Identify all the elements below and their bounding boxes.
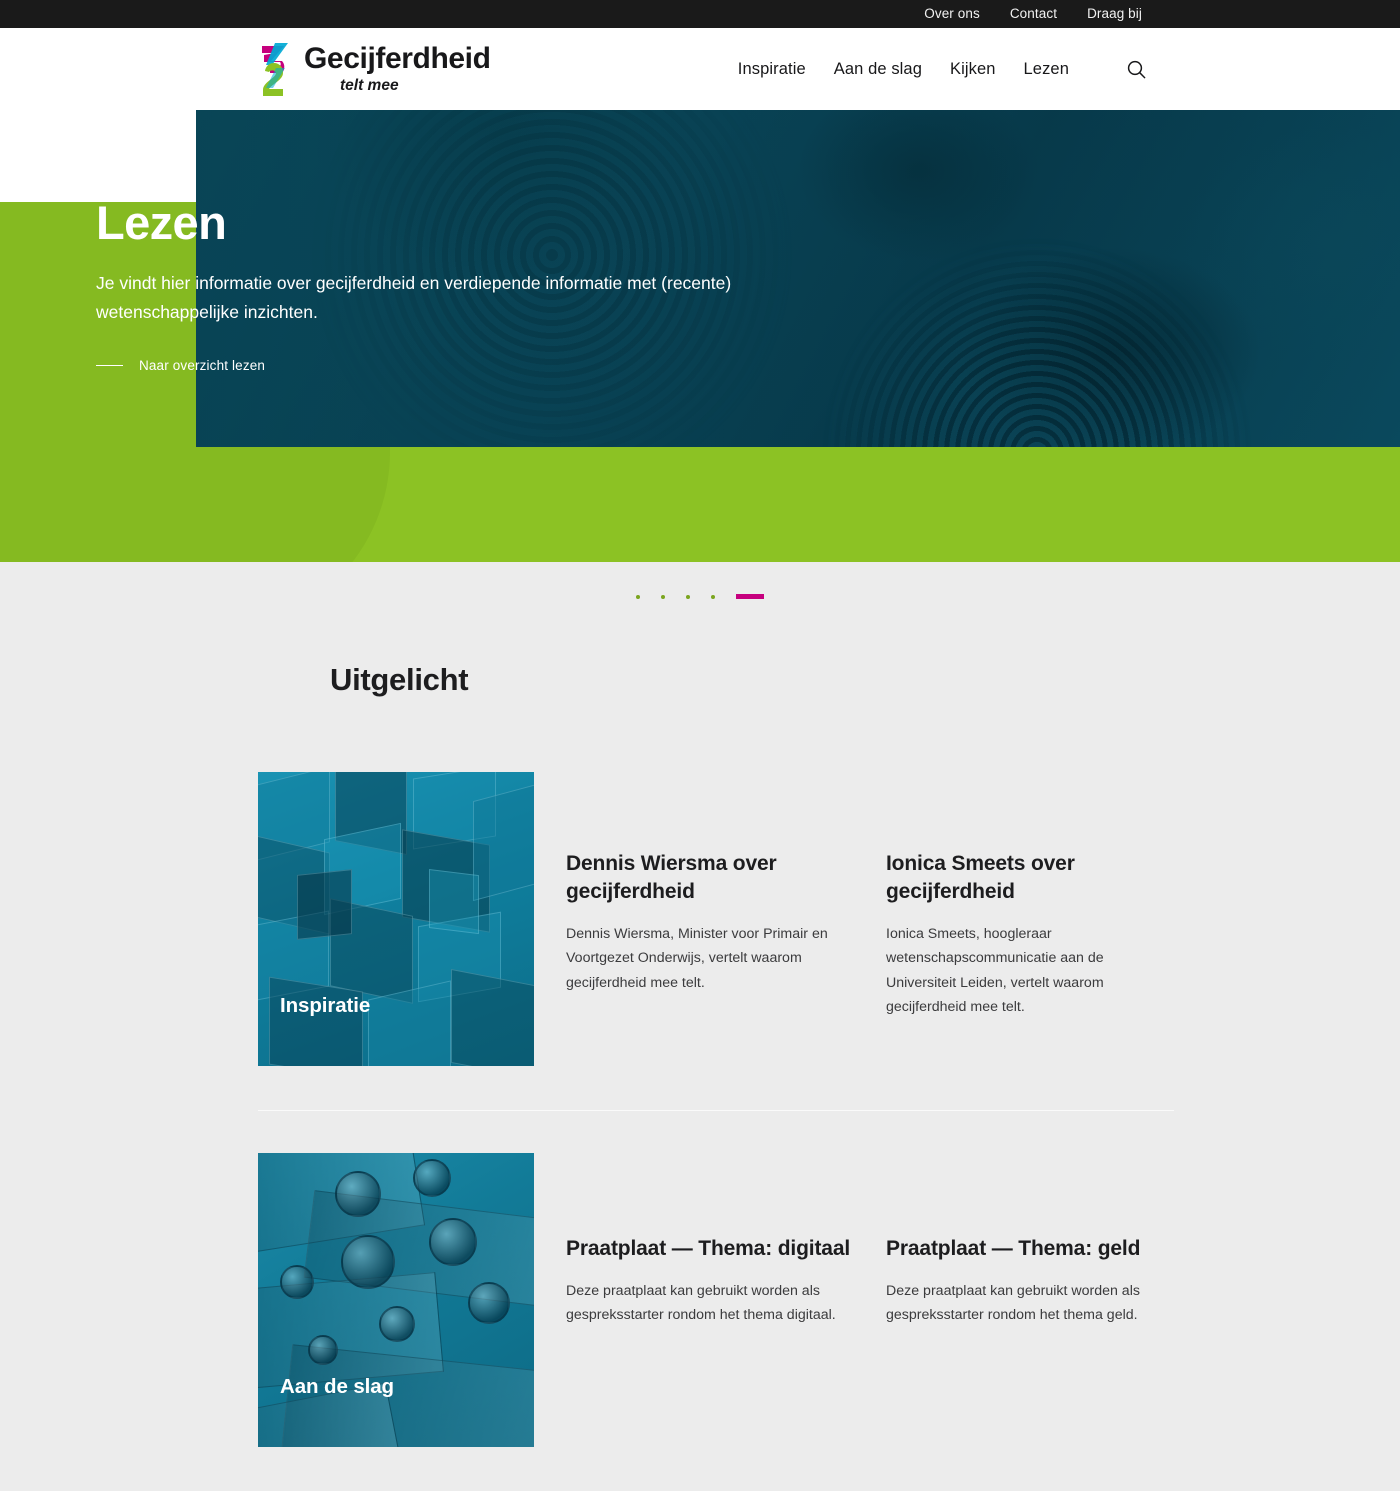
topbar-link-contact[interactable]: Contact [1010, 7, 1057, 21]
search-icon [1127, 60, 1146, 78]
featured-row: Aan de slag Praatplaat — Thema: digitaal… [258, 1110, 1174, 1491]
card-title-link[interactable]: Ionica Smeets over gecijferdheid [886, 850, 1174, 906]
card-body-text: Deze praatplaat kan gebruikt worden als … [886, 1282, 1140, 1324]
logo-title: Gecijferdheid [304, 42, 491, 76]
card-title-link[interactable]: Praatplaat — Thema: geld [886, 1235, 1174, 1263]
carousel-dot-2[interactable] [661, 594, 665, 599]
featured-row-items: Dennis Wiersma over gecijferdheid Dennis… [566, 772, 1174, 1020]
nav-item-kijken[interactable]: Kijken [950, 60, 996, 79]
thumbnail-art-money [258, 1153, 534, 1447]
card-body-text: Ionica Smeets, hoogleraar wetenschapscom… [886, 925, 1104, 1016]
featured-row-items: Praatplaat — Thema: digitaal Deze praatp… [566, 1153, 1174, 1328]
search-button[interactable] [1123, 56, 1150, 83]
carousel-dot-5-active[interactable] [736, 594, 764, 599]
list-item: Praatplaat — Thema: digitaal Deze praatp… [566, 1235, 854, 1328]
featured-section: Uitgelicht Inspiratie Dennis Wiersma ove… [0, 562, 1400, 1491]
carousel-dot-4[interactable] [711, 594, 715, 599]
card-body-text: Deze praatplaat kan gebruikt worden als … [566, 1282, 836, 1324]
featured-thumbnail-aan-de-slag[interactable]: Aan de slag [258, 1153, 534, 1447]
logo-subtitle: telt mee [340, 76, 399, 94]
list-item: Praatplaat — Thema: geld Deze praatplaat… [886, 1235, 1174, 1328]
hero-description: Je vindt hier informatie over gecijferdh… [96, 273, 732, 322]
hero-content: Lezen Je vindt hier informatie over geci… [96, 198, 776, 373]
list-item: Ionica Smeets over gecijferdheid Ionica … [886, 850, 1174, 1020]
hero-cta-link[interactable]: Naar overzicht lezen [96, 358, 265, 373]
topbar-link-over-ons[interactable]: Over ons [924, 7, 980, 21]
card-title-link[interactable]: Praatplaat — Thema: digitaal [566, 1235, 854, 1263]
list-item: Dennis Wiersma over gecijferdheid Dennis… [566, 850, 854, 1020]
carousel-dot-3[interactable] [686, 594, 690, 599]
featured-row: Inspiratie Dennis Wiersma over gecijferd… [258, 772, 1174, 1110]
nav-item-aan-de-slag[interactable]: Aan de slag [834, 60, 922, 79]
carousel-pagination [0, 594, 1400, 599]
card-body-text: Dennis Wiersma, Minister voor Primair en… [566, 925, 828, 991]
topbar-link-draag-bij[interactable]: Draag bij [1087, 7, 1142, 21]
site-logo[interactable]: Gecijferdheid telt mee [258, 40, 491, 98]
main-navigation: Inspiratie Aan de slag Kijken Lezen [738, 56, 1150, 83]
hero-title: Lezen [96, 196, 227, 249]
utility-topbar: Over ons Contact Draag bij [0, 0, 1400, 28]
hero-slider: Lezen Je vindt hier informatie over geci… [0, 110, 1400, 599]
thumbnail-art-cubes [258, 772, 534, 1066]
logo-wordmark: Gecijferdheid telt mee [304, 43, 491, 95]
featured-thumbnail-inspiratie[interactable]: Inspiratie [258, 772, 534, 1066]
page-title: Uitgelicht [330, 662, 469, 697]
thumbnail-category-label: Inspiratie [280, 994, 371, 1017]
site-header: Gecijferdheid telt mee Inspiratie Aan de… [0, 28, 1400, 110]
nav-item-lezen[interactable]: Lezen [1024, 60, 1069, 79]
carousel-dot-1[interactable] [636, 594, 640, 599]
hero-cta-label: Naar overzicht lezen [139, 358, 266, 374]
arrow-dash-icon [96, 364, 123, 367]
featured-container: Uitgelicht Inspiratie Dennis Wiersma ove… [258, 662, 1174, 1491]
thumbnail-category-label: Aan de slag [280, 1375, 394, 1398]
logo-mark-icon [262, 43, 288, 96]
nav-item-inspiratie[interactable]: Inspiratie [738, 60, 806, 79]
page-root: Over ons Contact Draag bij Gecijferdheid… [0, 0, 1400, 1491]
card-title-link[interactable]: Dennis Wiersma over gecijferdheid [566, 850, 854, 906]
